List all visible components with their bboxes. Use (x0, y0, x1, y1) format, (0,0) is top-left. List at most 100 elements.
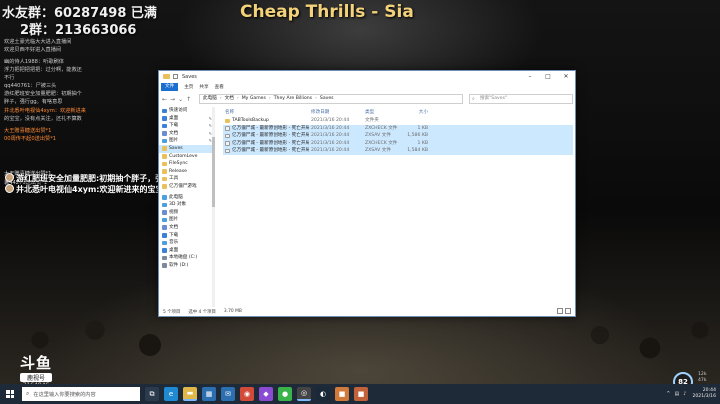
browser-icon[interactable]: ◉ (240, 387, 254, 401)
folder-icon (162, 169, 167, 174)
edge-icon[interactable]: e (164, 387, 178, 401)
nav-item[interactable]: 下载 ✎ (159, 122, 215, 130)
file-date: 2021/3/16 20:44 (311, 148, 350, 154)
download-icon (162, 233, 167, 238)
drive-icon (162, 255, 167, 261)
nav-item[interactable]: 图片 ✎ (159, 137, 215, 145)
file-date: 2021/3/16 20:44 (311, 118, 350, 123)
volume-icon[interactable]: ♪ (683, 391, 686, 397)
chat-message: 幽的侍人1988：听歌刷体 (4, 59, 64, 66)
nav-item[interactable]: 音乐 (159, 239, 215, 247)
nav-item[interactable]: 桌面 (159, 247, 215, 255)
folder-icon (162, 176, 167, 182)
nav-item[interactable]: 图片 (159, 216, 215, 224)
breadcrumb-item[interactable]: 此电脑 (203, 95, 217, 103)
quick-access-toolbar-icon[interactable] (173, 74, 178, 79)
computer-icon (162, 195, 167, 200)
breadcrumb-item[interactable]: My Games (242, 95, 266, 103)
details-view-icon[interactable] (557, 308, 563, 314)
app-icon-1[interactable]: ■ (335, 387, 349, 401)
scrollbar-thumb[interactable] (212, 137, 215, 207)
explorer-window[interactable]: Saves – □ ✕ 文件 主页 共享 查看 ← → ⌄ ↑ 此电脑 › 文档 ›… (158, 70, 576, 317)
minimize-button[interactable]: – (521, 71, 539, 82)
nav-item[interactable]: 软件 (D:) (159, 262, 215, 270)
up-arrow-icon[interactable]: ↑ (186, 96, 191, 103)
breadcrumb-item[interactable]: Saves (320, 95, 334, 103)
nav-item[interactable]: 工具 (159, 175, 215, 183)
download-icon (162, 123, 167, 129)
back-arrow-icon[interactable]: ← (162, 96, 167, 103)
nav-item[interactable]: 视频 (159, 209, 215, 217)
nav-item[interactable]: FileSync (159, 160, 215, 168)
file-size: 1,586 KB (407, 133, 428, 139)
ribbon-tab-share[interactable]: 共享 (199, 84, 208, 90)
mail-icon[interactable]: ✉ (221, 387, 235, 401)
ribbon: 文件 主页 共享 查看 (159, 82, 575, 92)
column-header-name[interactable]: 名称 (223, 109, 309, 117)
windows-logo-icon (6, 390, 14, 398)
ribbon-tab-file[interactable]: 文件 (161, 83, 179, 91)
column-header-size[interactable]: 大小 (399, 109, 431, 117)
file-icon (225, 148, 230, 154)
obs-icon[interactable]: ◎ (297, 387, 311, 401)
file-type: ZXCHECK 文件 (365, 125, 398, 131)
chat-icon[interactable]: ● (278, 387, 292, 401)
title-bar[interactable]: Saves – □ ✕ (159, 71, 575, 82)
task-view-icon[interactable]: ⧉ (145, 387, 159, 401)
ribbon-tab-view[interactable]: 查看 (215, 84, 224, 90)
nav-item[interactable]: CustomLeve (159, 153, 215, 161)
column-header-date[interactable]: 修改日期 (309, 109, 363, 117)
breadcrumb-item[interactable]: 文档 (225, 95, 234, 103)
search-input[interactable]: ⌕ 搜索"Saves" (469, 94, 573, 104)
nav-item[interactable]: Release (159, 168, 215, 176)
document-icon (162, 131, 167, 136)
file-row[interactable]: 亿万僵尸城 - 最新原创地形 - 死亡开局_Backu...2021/3/16 … (223, 139, 573, 148)
nav-scrollbar[interactable] (212, 107, 215, 307)
game-icon[interactable]: ◆ (259, 387, 273, 401)
forward-arrow-icon[interactable]: → (170, 96, 175, 103)
file-row[interactable]: 亿万僵尸城 - 最新原创地形 - 死亡开局.zxsav2021/3/16 20:… (223, 132, 573, 140)
nav-item[interactable]: 文档 ✎ (159, 130, 215, 138)
file-row[interactable]: 亿万僵尸城 - 最新原创地形 - 死亡开局.zxcheck2021/3/16 2… (223, 124, 573, 133)
explorer-icon[interactable]: ▬ (183, 387, 197, 401)
file-icon (225, 133, 230, 139)
chevron-up-icon[interactable]: ^ (666, 391, 670, 397)
nav-item-label: 桌面 (169, 115, 179, 121)
close-button[interactable]: ✕ (557, 71, 575, 82)
nav-item[interactable]: 亿万僵尸游戏 (159, 183, 215, 191)
large-icons-view-icon[interactable] (565, 308, 571, 314)
file-name: 亿万僵尸城 - 最新原创地形 - 死亡开局.zxcheck (232, 125, 309, 131)
address-bar[interactable]: 此电脑 › 文档 › My Games › They Are Billions › Sa… (199, 94, 463, 104)
file-row[interactable]: TABToolsBackup 2021/3/16 20:44 文件夹 (223, 117, 573, 125)
nav-item[interactable]: 桌面 ✎ (159, 115, 215, 123)
column-header-type[interactable]: 类型 (363, 109, 399, 117)
nav-item[interactable]: Saves (159, 144, 215, 153)
nav-item[interactable]: 下载 (159, 232, 215, 240)
chat-message: 欢迎贝西不好进入直播间 (4, 47, 62, 54)
chat-message: 胖子，强行gg。有啥意思 (4, 99, 63, 106)
nav-item[interactable]: 快速访问 (159, 107, 215, 115)
file-type: ZXSAV 文件 (365, 133, 391, 139)
file-row[interactable]: 亿万僵尸城 - 最新原创地形 - 死亡开局_Backu...2021/3/16 … (223, 147, 573, 155)
store-icon[interactable]: ▦ (202, 387, 216, 401)
breadcrumb-item[interactable]: They Are Billions (274, 95, 312, 103)
nav-item[interactable]: 本地磁盘 (C:) (159, 254, 215, 262)
clock[interactable]: 20:44 2021/3/16 (692, 388, 716, 400)
navigation-pane[interactable]: 快速访问 桌面 ✎ 下载 ✎ 文档 ✎ 图片 ✎ Saves CustomLeve FileSync R… (159, 107, 215, 307)
network-icon[interactable]: ▤ (675, 391, 680, 397)
nav-item[interactable]: 此电脑 (159, 194, 215, 202)
avatar (5, 173, 14, 182)
nav-item-label: 软件 (D:) (169, 262, 189, 268)
chat-message: 游红肥班安全加量肥肥：初期抽个 (4, 91, 82, 98)
ribbon-tab-home[interactable]: 主页 (184, 84, 193, 90)
steam-icon[interactable]: ◐ (316, 387, 330, 401)
folder-icon (162, 146, 167, 151)
start-button[interactable] (0, 384, 20, 404)
maximize-button[interactable]: □ (539, 71, 557, 82)
taskbar-search-placeholder: 在这里输入你要搜索的内容 (33, 391, 96, 398)
chevron-down-icon[interactable]: ⌄ (178, 96, 183, 103)
taskbar-search[interactable]: ⌕ 在这里输入你要搜索的内容 (22, 387, 140, 401)
nav-item[interactable]: 3D 对象 (159, 201, 215, 209)
app-icon-2[interactable]: ■ (354, 387, 368, 401)
nav-item[interactable]: 文档 (159, 224, 215, 232)
